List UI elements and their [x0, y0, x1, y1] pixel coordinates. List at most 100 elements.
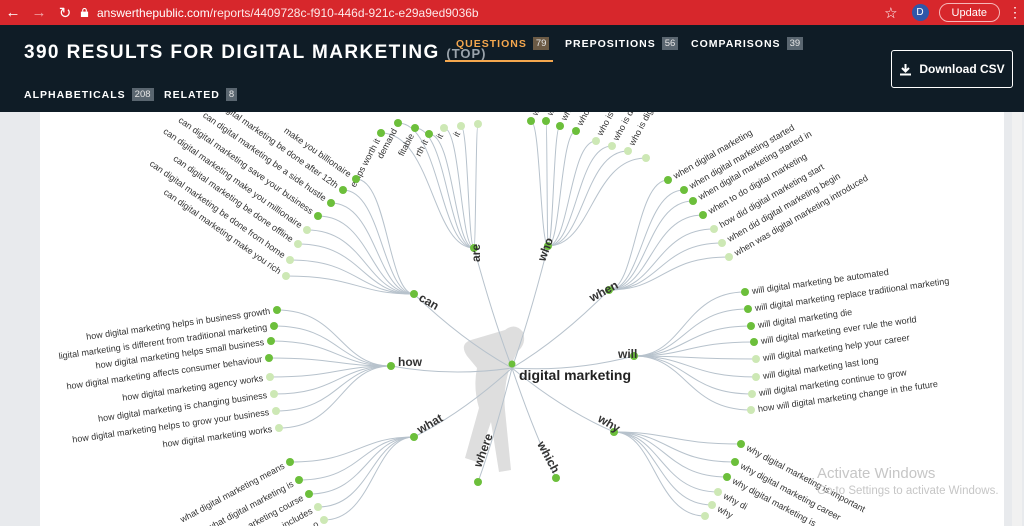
leaf-node[interactable]	[327, 199, 335, 207]
question-text[interactable]: it	[434, 131, 445, 140]
branch-label-how[interactable]: how	[398, 355, 423, 369]
leaf-node[interactable]	[282, 272, 290, 280]
question-text[interactable]: o	[311, 519, 320, 526]
bookmark-star-icon[interactable]: ☆	[884, 4, 897, 22]
leaf-node[interactable]	[273, 306, 281, 314]
leaf-node[interactable]	[752, 373, 760, 381]
leaf-node[interactable]	[608, 142, 616, 150]
scrollbar[interactable]	[1012, 112, 1022, 526]
leaf-node[interactable]	[394, 119, 402, 127]
leaf-node[interactable]	[527, 117, 535, 125]
tab-count: 79	[532, 37, 550, 50]
leaf-node[interactable]	[457, 122, 465, 130]
leaf-node[interactable]	[642, 154, 650, 162]
leaf-node[interactable]	[286, 458, 294, 466]
forward-icon[interactable]: →	[26, 0, 52, 25]
leaf-node[interactable]	[747, 322, 755, 330]
branch-label-what[interactable]: what	[414, 411, 446, 437]
leaf-node[interactable]	[320, 516, 328, 524]
hub-node[interactable]	[410, 290, 418, 298]
tab-label: ALPHABETICALS	[24, 88, 126, 101]
leaf-node[interactable]	[689, 197, 697, 205]
question-text[interactable]: why	[715, 503, 735, 520]
leaf-node[interactable]	[701, 512, 709, 520]
leaf-node[interactable]	[305, 490, 313, 498]
leaf-node[interactable]	[699, 211, 707, 219]
leaf-node[interactable]	[708, 501, 716, 509]
leaf-node[interactable]	[440, 124, 448, 132]
branch-label-are[interactable]: are	[469, 244, 483, 262]
address-bar[interactable]: answerthepublic.com /reports/4409728c-f9…	[80, 0, 910, 25]
leaf-node[interactable]	[731, 458, 739, 466]
tab-alphabeticals[interactable]: ALPHABETICALS 208	[24, 88, 154, 101]
leaf-node[interactable]	[352, 175, 360, 183]
leaf-node[interactable]	[664, 176, 672, 184]
question-wheel: emps worth itdemandfitablerth itit itarew…	[58, 112, 950, 526]
leaf-node[interactable]	[474, 120, 482, 128]
branch-label-who[interactable]: who	[534, 236, 556, 264]
tab-prepositions[interactable]: PREPOSITIONS 56	[565, 37, 679, 50]
tab-comparisons[interactable]: COMPARISONS 39	[691, 37, 804, 50]
visualization-canvas[interactable]: emps worth it demand fitable rth it it it are w…	[40, 112, 1004, 526]
leaf-node[interactable]	[624, 147, 632, 155]
profile-avatar[interactable]: D	[911, 4, 929, 21]
leaf-node[interactable]	[314, 503, 322, 511]
url-host: answerthepublic.com	[97, 5, 210, 20]
leaf-node[interactable]	[752, 355, 760, 363]
download-csv-button[interactable]: Download CSV	[891, 50, 1013, 88]
hub-node[interactable]	[552, 474, 560, 482]
branch-label-when[interactable]: when	[586, 278, 621, 305]
leaf-node[interactable]	[295, 476, 303, 484]
menu-kebab-icon[interactable]: ⋮	[1008, 4, 1022, 21]
leaf-node[interactable]	[377, 129, 385, 137]
leaf-node[interactable]	[294, 240, 302, 248]
leaf-node[interactable]	[275, 424, 283, 432]
leaf-node[interactable]	[266, 373, 274, 381]
branch-label-can[interactable]: can	[417, 290, 442, 312]
update-button[interactable]: Update	[938, 3, 1000, 22]
branch-label-will[interactable]: will	[617, 347, 637, 361]
leaf-node[interactable]	[270, 390, 278, 398]
back-icon[interactable]: ←	[0, 0, 26, 25]
leaf-node[interactable]	[303, 226, 311, 234]
leaf-node[interactable]	[542, 117, 550, 125]
leaf-node[interactable]	[411, 124, 419, 132]
center-node	[508, 360, 516, 368]
leaf-node[interactable]	[339, 186, 347, 194]
leaf-node[interactable]	[710, 225, 718, 233]
leaf-node[interactable]	[744, 305, 752, 313]
leaf-node[interactable]	[723, 473, 731, 481]
leaf-node[interactable]	[286, 256, 294, 264]
leaf-node[interactable]	[572, 127, 580, 135]
branch-label-which[interactable]: which	[534, 438, 563, 475]
tab-questions[interactable]: QUESTIONS 79	[456, 37, 550, 50]
leaf-node[interactable]	[725, 253, 733, 261]
leaf-node[interactable]	[314, 212, 322, 220]
leaf-node[interactable]	[272, 407, 280, 415]
leaf-node[interactable]	[556, 122, 564, 130]
leaf-node[interactable]	[748, 390, 756, 398]
hub-node[interactable]	[410, 433, 418, 441]
leaf-node[interactable]	[592, 137, 600, 145]
question-text[interactable]: wh	[558, 112, 573, 123]
tab-related[interactable]: RELATED 8	[164, 88, 238, 101]
leaf-link	[613, 431, 719, 493]
leaf-node[interactable]	[270, 322, 278, 330]
leaf-node[interactable]	[680, 186, 688, 194]
leaf-node[interactable]	[750, 338, 758, 346]
question-text[interactable]: it	[451, 129, 462, 138]
reload-icon[interactable]: ↻	[52, 0, 78, 25]
leaf-node[interactable]	[265, 354, 273, 362]
leaf-node[interactable]	[718, 239, 726, 247]
hub-node[interactable]	[387, 362, 395, 370]
leaf-node[interactable]	[747, 406, 755, 414]
leaf-node[interactable]	[425, 130, 433, 138]
leaf-link	[460, 125, 475, 249]
leaf-node[interactable]	[267, 337, 275, 345]
question-text[interactable]: rth it	[413, 137, 430, 158]
leaf-node[interactable]	[741, 288, 749, 296]
hub-node[interactable]	[474, 478, 482, 486]
leaf-node[interactable]	[714, 488, 722, 496]
question-text[interactable]: who	[574, 112, 591, 128]
leaf-node[interactable]	[737, 440, 745, 448]
